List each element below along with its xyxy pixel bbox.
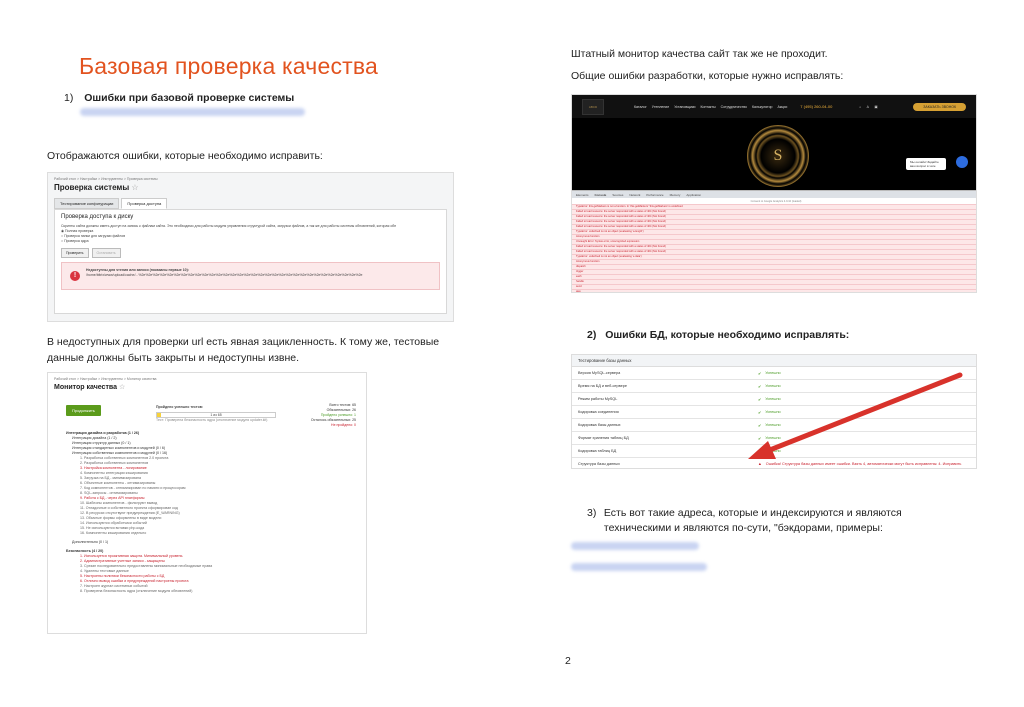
list-number: 1)	[64, 92, 74, 104]
list-item-heading: Ошибки при базовой проверке системы	[84, 92, 295, 104]
error-path: /home/bitrix/www/upload/cache/...%2e%2e%…	[86, 273, 363, 277]
devtools-tab[interactable]: Sources	[612, 193, 623, 197]
nav-insulation[interactable]: Утепление	[652, 105, 669, 109]
progress-value: 1 из 65	[210, 413, 222, 417]
panel-note: Скрипты сайта должны иметь доступ на зап…	[61, 224, 397, 228]
website-console-screenshot: ABCD Каталог Утепление Установщики Конта…	[571, 94, 977, 293]
breadcrumb: Рабочий стол > Настройки > Инструменты >…	[54, 177, 158, 181]
devtools-toolbar: Elements Console Sources Network Perform…	[572, 190, 976, 198]
blurred-link[interactable]	[571, 542, 699, 550]
continue-button[interactable]: Продолжить	[66, 405, 101, 416]
devtools-tab[interactable]: Performance	[646, 193, 663, 197]
chat-tooltip: Мы онлайн! Задайте ваш вопрос в чате	[906, 158, 946, 170]
console-row: ajax	[572, 290, 976, 292]
panel-title: Проверка доступа к диску	[61, 214, 134, 220]
page-number: 2	[565, 655, 571, 667]
page-title: Базовая проверка качества	[79, 53, 379, 79]
progress-label: Пройдено успешно тестов:	[156, 405, 204, 409]
list-number: 3)	[587, 507, 597, 519]
stat-failed: Не пройдено: 0	[331, 423, 356, 427]
list-item-2: 2) Ошибки БД, которые необходимо исправл…	[587, 329, 849, 341]
search-icon[interactable]: ⌕	[859, 105, 861, 109]
star-icon: ☆	[131, 183, 139, 192]
tree-row[interactable]: 8. Проверена безопасность ядра (отключен…	[66, 589, 358, 594]
blurred-link[interactable]	[80, 108, 305, 116]
list-item-1: 1) Ошибки при базовой проверке системы	[64, 92, 305, 119]
radio-core[interactable]: ○ Проверка ядра	[61, 239, 440, 244]
list-item-heading: Есть вот такие адреса, которые и индекси…	[603, 507, 902, 534]
paragraph-monitor: Штатный монитор качества сайт так же не …	[571, 48, 828, 60]
devtools-tab[interactable]: Network	[629, 193, 640, 197]
devtools-tab[interactable]: Elements	[576, 193, 589, 197]
progress-note: Тест: Проверена безопасность ядра (отклю…	[156, 418, 268, 422]
nav-promo[interactable]: Акции	[778, 105, 788, 109]
quality-monitor-screenshot: Рабочий стол > Настройки > Инструменты >…	[47, 372, 367, 634]
console-log: Consent to Google Analytics 4.9.10 (load…	[572, 198, 976, 292]
stats-block: Всего тестов: 65 Обязательных: 26 Пройде…	[311, 403, 356, 428]
tab-access-check[interactable]: Проверка доступа	[121, 198, 168, 209]
nav-calculator[interactable]: Калькулятор	[752, 105, 773, 109]
system-check-screenshot: Рабочий стол > Настройки > Инструменты >…	[47, 172, 454, 322]
devtools-tab[interactable]: Memory	[670, 193, 681, 197]
monitor-title: Монитор качества ☆	[54, 384, 126, 391]
nav-cooperation[interactable]: Сотрудничество	[721, 105, 747, 109]
error-box: ! Недоступны для чтения или записи (пока…	[61, 262, 440, 290]
paragraph-loop: В недоступных для проверки url есть явна…	[47, 336, 440, 364]
site-phone[interactable]: 7 (495) 260-04-00	[800, 104, 832, 109]
star-icon: ☆	[118, 384, 126, 391]
blurred-links	[571, 542, 707, 584]
cart-icon[interactable]: ▣	[874, 105, 877, 109]
nav-installers[interactable]: Установщики	[674, 105, 695, 109]
db-test-screenshot: Тестирование базы данных Версия MySQL-се…	[571, 354, 977, 469]
error-icon: !	[70, 271, 80, 281]
list-item-heading: Ошибки БД, которые необходимо исправлять…	[605, 329, 850, 341]
system-check-title: Проверка системы ☆	[54, 183, 139, 192]
hero-banner: S Мы онлайн! Задайте ваш вопрос в чате	[572, 118, 976, 190]
callback-button[interactable]: ЗАКАЗАТЬ ЗВОНОК	[913, 102, 966, 111]
devtools-tab[interactable]: Console	[595, 193, 607, 197]
test-tree: Интеграция дизайна и разработка (1 / 26)…	[66, 431, 358, 594]
progress-block: Пройдено успешно тестов: 1 из 65 Тест: П…	[156, 405, 276, 423]
user-icon[interactable]: ♙	[866, 105, 869, 109]
logo-medallion: S	[747, 125, 809, 187]
list-number: 2)	[587, 329, 597, 341]
red-arrow	[748, 372, 963, 459]
site-logo: ABCD	[582, 98, 604, 115]
tab-config-test[interactable]: Тестирование конфигурации	[54, 198, 120, 209]
check-button[interactable]: Проверить	[61, 248, 89, 258]
nav-catalog[interactable]: Каталог	[634, 105, 647, 109]
paragraph-errors: Отображаются ошибки, которые необходимо …	[47, 150, 323, 162]
blurred-link[interactable]	[571, 563, 707, 571]
devtools-tab[interactable]: Application	[686, 193, 701, 197]
tab-bar: Тестирование конфигурации Проверка досту…	[48, 194, 453, 209]
site-header: ABCD Каталог Утепление Установщики Конта…	[572, 95, 976, 118]
chat-icon[interactable]	[956, 156, 968, 168]
stop-button[interactable]: Остановить	[91, 248, 121, 258]
access-panel: Проверка доступа к диску Скрипты сайта д…	[54, 209, 447, 314]
paragraph-common-errors: Общие ошибки разработки, которые нужно и…	[571, 70, 844, 82]
breadcrumb: Рабочий стол > Настройки > Инструменты >…	[54, 377, 157, 381]
progress-bar: 1 из 65	[156, 412, 276, 418]
list-item-3: 3) Есть вот такие адреса, которые и инде…	[587, 506, 924, 536]
nav-contacts[interactable]: Контакты	[701, 105, 716, 109]
